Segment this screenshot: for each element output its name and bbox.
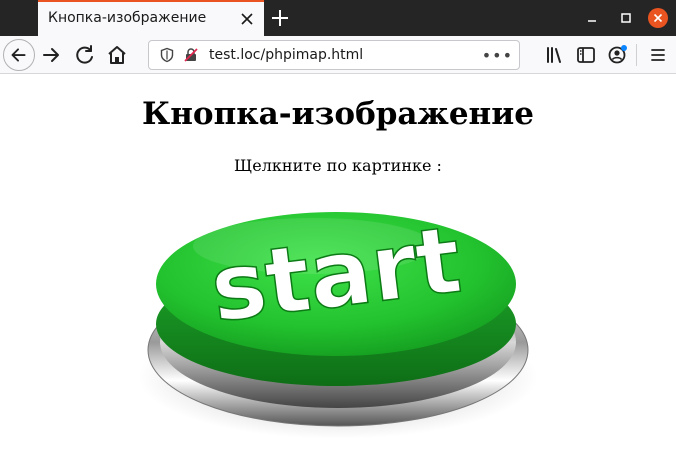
forward-icon[interactable]	[36, 39, 68, 71]
account-icon[interactable]	[601, 39, 633, 71]
tab-title: Кнопка-изображение	[48, 10, 207, 26]
sidebar-icon[interactable]	[570, 39, 602, 71]
tab-strip: Кнопка-изображение	[0, 0, 676, 36]
start-image-button[interactable]: start	[108, 182, 578, 452]
window-close-icon[interactable]	[648, 8, 668, 28]
reload-icon[interactable]	[69, 39, 101, 71]
shield-icon[interactable]	[159, 47, 175, 63]
home-icon[interactable]	[101, 39, 133, 71]
new-tab-icon[interactable]	[268, 6, 292, 30]
page-actions-icon[interactable]: •••	[482, 46, 513, 65]
url-text: test.loc/phpimap.html	[209, 47, 364, 63]
back-icon[interactable]	[3, 39, 35, 71]
instruction-text: Щелкните по картинке :	[234, 156, 442, 175]
page-title: Кнопка-изображение	[142, 96, 534, 132]
library-icon[interactable]	[539, 39, 571, 71]
maximize-icon[interactable]	[616, 8, 636, 28]
page-content: Кнопка-изображение Щелкните по картинке …	[0, 74, 676, 452]
menu-icon[interactable]	[642, 39, 674, 71]
minimize-icon[interactable]	[582, 8, 602, 28]
address-bar[interactable]: test.loc/phpimap.html •••	[148, 40, 520, 70]
toolbar-separator	[636, 44, 637, 66]
insecure-connection-icon[interactable]	[183, 47, 199, 63]
nav-toolbar: test.loc/phpimap.html •••	[0, 36, 676, 74]
tab-active[interactable]: Кнопка-изображение	[38, 2, 264, 36]
tab-close-icon[interactable]	[238, 10, 256, 28]
